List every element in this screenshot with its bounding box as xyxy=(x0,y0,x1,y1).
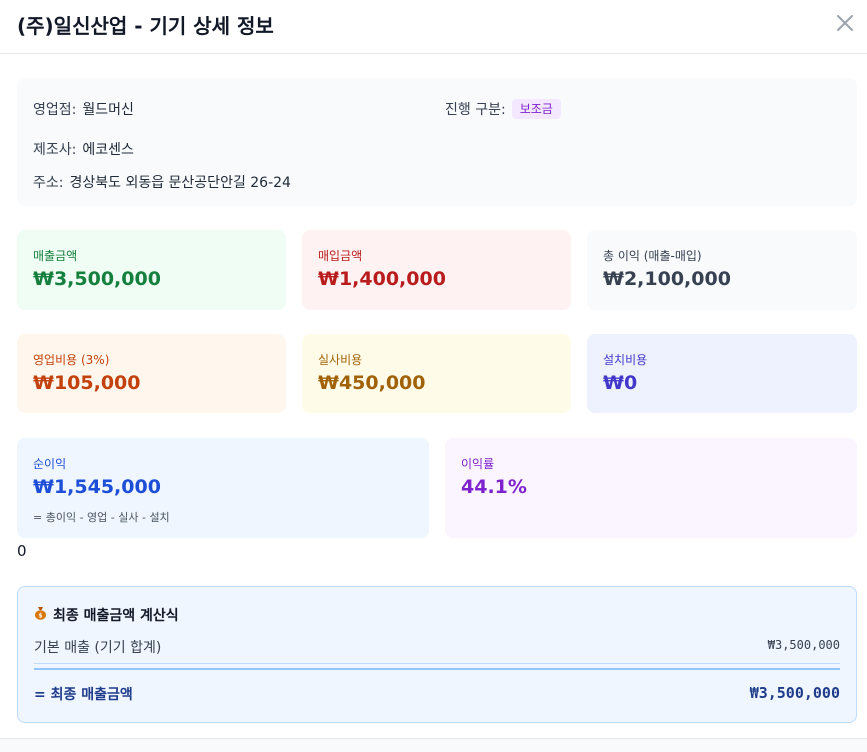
install-cost-card: 설치비용 ₩0 xyxy=(587,334,857,413)
category-row: 진행 구분: 보조금 xyxy=(445,99,561,119)
install-cost-label: 설치비용 xyxy=(603,353,648,367)
final-sales-label: = 최종 매출금액 xyxy=(34,687,133,703)
stray-text: 0 xyxy=(17,542,27,560)
purchase-card: 매입금액 ₩1,400,000 xyxy=(302,230,571,310)
modal-header: (주)일신산업 - 기기 상세 정보 xyxy=(0,0,867,54)
branch-row: 영업점: 월드머신 xyxy=(33,99,134,119)
divider xyxy=(34,663,840,664)
survey-cost-card: 실사비용 ₩450,000 xyxy=(302,334,571,413)
address-label: 주소: xyxy=(33,175,64,191)
maker-label: 제조사: xyxy=(33,142,77,158)
margin-label: 이익률 xyxy=(461,457,495,471)
formula-title-row: $ 최종 매출금액 계산식 xyxy=(34,605,179,625)
install-cost-value: ₩0 xyxy=(603,372,638,394)
formula-title: 최종 매출금액 계산식 xyxy=(53,608,179,624)
survey-cost-label: 실사비용 xyxy=(318,353,363,367)
divider-strong xyxy=(34,668,840,670)
sales-cost-value: ₩105,000 xyxy=(33,372,141,394)
info-panel: 영업점: 월드머신 진행 구분: 보조금 제조사: 에코센스 주소: 경상북도 외동읍 … xyxy=(17,78,857,206)
branch-value: 월드머신 xyxy=(82,102,134,118)
base-sales-label: 기본 매출 (기기 합계) xyxy=(34,640,162,656)
maker-row: 제조사: 에코센스 xyxy=(33,139,134,159)
survey-cost-value: ₩450,000 xyxy=(318,372,426,394)
sales-cost-card: 영업비용 (3%) ₩105,000 xyxy=(17,334,286,413)
address-value: 경상북도 외동읍 문산공단안길 26-24 xyxy=(69,175,291,191)
modal-footer xyxy=(0,738,867,752)
sales-card: 매출금액 ₩3,500,000 xyxy=(17,230,286,310)
modal-title: (주)일신산업 - 기기 상세 정보 xyxy=(17,14,274,38)
sales-label: 매출금액 xyxy=(33,249,78,263)
final-sales-value: ₩3,500,000 xyxy=(749,684,840,702)
sales-value: ₩3,500,000 xyxy=(33,268,161,290)
maker-value: 에코센스 xyxy=(82,142,134,158)
net-profit-note: = 총이익 - 영업 - 실사 - 설치 xyxy=(33,511,170,524)
net-profit-label: 순이익 xyxy=(33,457,67,471)
gross-profit-card: 총 이익 (매출-매입) ₩2,100,000 xyxy=(587,230,857,310)
address-row: 주소: 경상북도 외동읍 문산공단안길 26-24 xyxy=(33,172,291,192)
category-label: 진행 구분: xyxy=(445,102,506,118)
money-bag-icon: $ xyxy=(34,606,47,624)
gross-profit-label: 총 이익 (매출-매입) xyxy=(603,249,702,263)
purchase-value: ₩1,400,000 xyxy=(318,268,446,290)
margin-card: 이익률 44.1% xyxy=(445,438,857,538)
gross-profit-value: ₩2,100,000 xyxy=(603,268,731,290)
formula-panel: $ 최종 매출금액 계산식 기본 매출 (기기 합계) ₩3,500,000 =… xyxy=(17,586,857,723)
net-profit-card: 순이익 ₩1,545,000 = 총이익 - 영업 - 실사 - 설치 xyxy=(17,438,429,538)
base-sales-value: ₩3,500,000 xyxy=(767,638,840,652)
purchase-label: 매입금액 xyxy=(318,249,363,263)
net-profit-value: ₩1,545,000 xyxy=(33,476,161,498)
branch-label: 영업점: xyxy=(33,102,77,118)
sales-cost-label: 영업비용 (3%) xyxy=(33,353,110,367)
category-badge: 보조금 xyxy=(511,99,561,119)
margin-value: 44.1% xyxy=(461,476,527,498)
svg-text:$: $ xyxy=(38,613,42,620)
close-icon[interactable] xyxy=(833,11,857,35)
